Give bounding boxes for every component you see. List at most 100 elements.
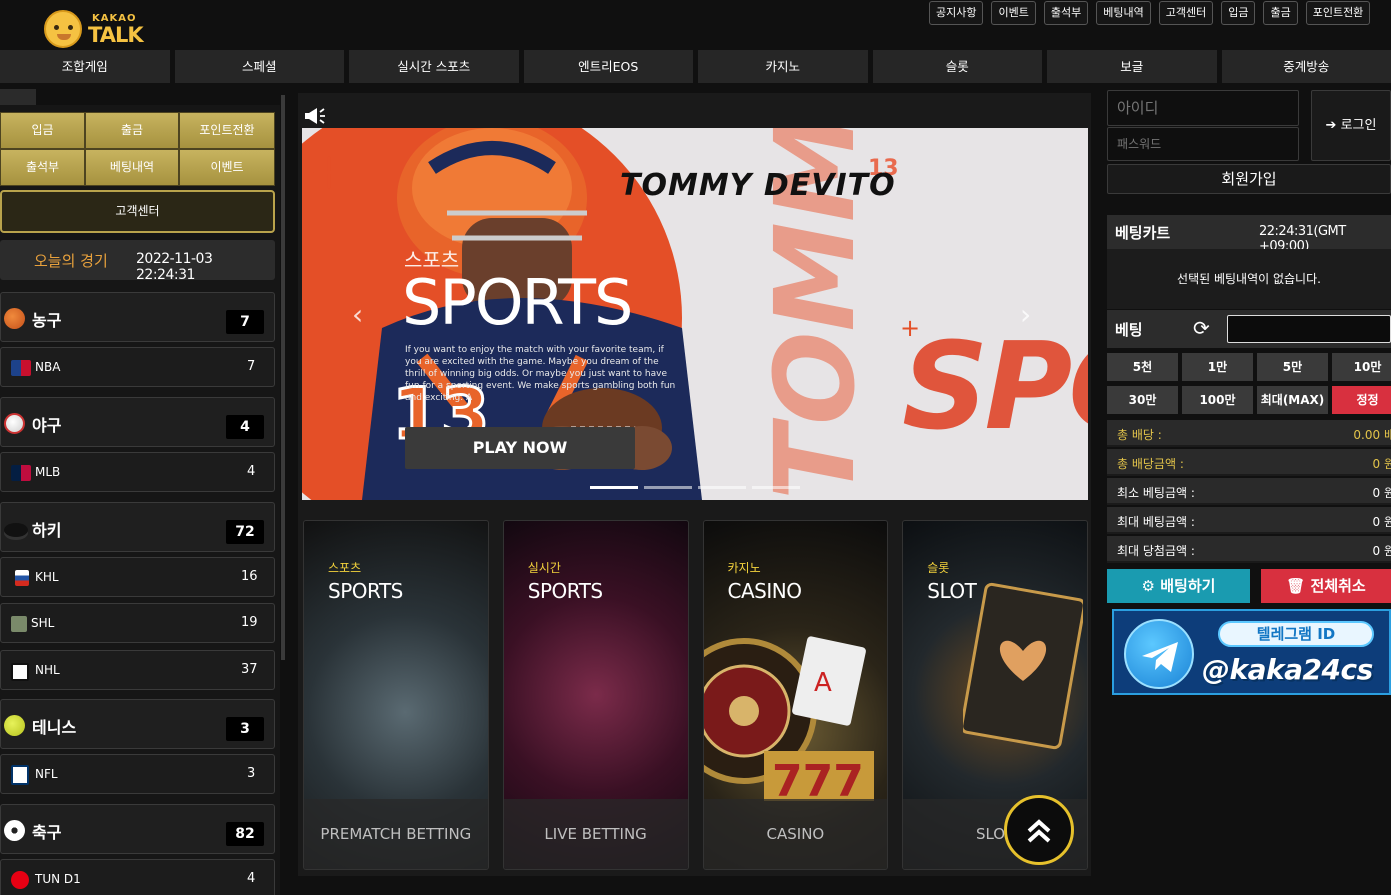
cancel-all-button[interactable]: 🗑 전체취소 [1261,569,1391,603]
chip-reset[interactable]: 정정 [1332,386,1391,414]
nhl-icon [11,663,29,681]
quick-bet-history-button[interactable]: 베팅내역 [85,149,179,186]
password-input[interactable] [1107,127,1299,161]
bet-amount-input[interactable] [1227,315,1391,343]
quick-point-button[interactable]: 포인트전환 [179,112,275,149]
top-link-notice[interactable]: 공지사항 [929,1,984,25]
top-link-bet-history[interactable]: 베팅내역 [1096,1,1151,25]
today-label: 오늘의 경기 [34,252,108,270]
top-link-customer-center[interactable]: 고객센터 [1158,1,1214,25]
betslip-empty-message: 선택된 베팅내역이 없습니다. [1107,249,1391,309]
chevron-right-icon[interactable]: › [1020,298,1031,331]
main-nav: 조합게임 스페셜 실시간 스포츠 엔트리EOS 카지노 슬롯 보글 중계방송 [0,50,1391,83]
league-nfl[interactable]: NFL 3 [0,754,275,794]
bet-chips: 5천 1만 5만 10만 30만 100만 최대(MAX) 정정 [1107,353,1391,414]
chip-10k[interactable]: 1만 [1182,353,1253,381]
card-casino[interactable]: A 777 카지노 CASINO CASINO [702,520,889,870]
refresh-icon[interactable]: ⟳ [1193,316,1210,340]
info-value: 0 원 [1372,544,1391,558]
nav-combo-game[interactable]: 조합게임 [0,50,170,83]
svg-text:A: A [814,668,832,698]
top-link-deposit[interactable]: 입금 [1221,1,1256,25]
carousel-dot[interactable] [698,486,746,489]
sport-baseball[interactable]: 야구 4 [0,397,275,447]
chip-1m[interactable]: 100만 [1182,386,1253,414]
card-label-kr: 슬롯 [927,561,950,575]
chip-5k[interactable]: 5천 [1107,353,1178,381]
play-now-button[interactable]: PLAY NOW [405,427,635,469]
card-sports-prematch[interactable]: 스포츠 SPORTS PREMATCH BETTING [303,520,489,870]
card-live-sports[interactable]: 실시간 SPORTS LIVE BETTING [502,520,689,870]
league-name: NHL [35,663,60,677]
league-name: SHL [31,616,55,630]
baseball-icon [4,413,25,434]
nav-casino[interactable]: 카지노 [698,50,868,83]
hero-banner[interactable]: 13 TOMMY 13 TOMMY DEVITO SPO + + 스포츠 SPO… [302,128,1088,500]
scroll-to-top-button[interactable] [1004,795,1074,865]
top-link-attendance[interactable]: 출석부 [1043,1,1089,25]
bet-label: 베팅 [1115,321,1143,339]
mlb-icon [11,465,31,481]
svg-text:777: 777 [772,756,864,801]
league-name: TUN D1 [35,872,81,886]
customer-center-button[interactable]: 고객센터 [0,190,275,233]
chevron-left-icon[interactable]: ‹ [352,298,363,331]
nav-special[interactable]: 스페셜 [174,50,344,83]
info-max-win: 최대 당첨금액 : 0 원 [1107,536,1391,563]
info-min-bet: 최소 베팅금액 : 0 원 [1107,478,1391,505]
sport-soccer[interactable]: 축구 82 [0,804,275,854]
top-link-event[interactable]: 이벤트 [991,1,1036,25]
chip-100k[interactable]: 10만 [1332,353,1391,381]
chip-max[interactable]: 최대(MAX) [1257,386,1328,414]
info-max-bet: 최대 베팅금액 : 0 원 [1107,507,1391,534]
top-link-withdraw[interactable]: 출금 [1263,1,1298,25]
league-nhl[interactable]: NHL 37 [0,650,275,690]
league-mlb[interactable]: MLB 4 [0,452,275,492]
basketball-icon [4,308,25,329]
sidebar-tab[interactable] [0,89,36,105]
id-input[interactable] [1107,90,1299,126]
telegram-banner[interactable]: 텔레그램 ID @kaka24cs [1112,609,1391,695]
chip-50k[interactable]: 5만 [1257,353,1328,381]
quick-buttons: 입금 출금 포인트전환 출석부 베팅내역 이벤트 [0,112,275,186]
nav-live-sports[interactable]: 실시간 스포츠 [349,50,519,83]
sidebar-scrollbar[interactable] [281,95,285,660]
carousel-dot[interactable] [644,486,692,489]
quick-attendance-button[interactable]: 출석부 [0,149,85,186]
info-value: 0.00 배 [1353,428,1391,442]
card-label-en: SLOT [927,579,977,603]
info-key: 최소 베팅금액 : [1117,486,1195,500]
league-tun-d1[interactable]: TUN D1 4 [0,859,275,895]
kakao-talk-logo[interactable]: KAKAO TALK [44,9,144,49]
sport-basketball[interactable]: 농구 7 [0,292,275,342]
quick-event-button[interactable]: 이벤트 [179,149,275,186]
league-count: 7 [247,359,256,374]
plus-decoration-icon: + [900,314,921,342]
nav-boggle[interactable]: 보글 [1047,50,1217,83]
tennis-ball-icon [4,715,25,736]
sport-count: 4 [226,415,264,439]
telegram-handle: @kaka24cs [1202,653,1373,686]
top-link-point-convert[interactable]: 포인트전환 [1305,1,1371,25]
chip-300k[interactable]: 30만 [1107,386,1178,414]
carousel-dot[interactable] [590,486,638,489]
kakao-character-icon [44,10,82,48]
league-khl[interactable]: KHL 16 [0,557,275,597]
login-button[interactable]: ➔ 로그인 [1311,90,1391,161]
carousel-indicators [590,486,800,489]
sport-hockey[interactable]: 하키 72 [0,502,275,552]
sport-tennis[interactable]: 테니스 3 [0,699,275,749]
carousel-dot[interactable] [752,486,800,489]
join-button[interactable]: 회원가입 [1107,164,1391,194]
league-name: NBA [35,360,61,374]
playing-card-image [963,582,1084,750]
nav-entry-eos[interactable]: 엔트리EOS [523,50,693,83]
league-nba[interactable]: NBA 7 [0,347,275,387]
nav-broadcast[interactable]: 중계방송 [1221,50,1391,83]
nav-slot[interactable]: 슬롯 [872,50,1042,83]
league-shl[interactable]: SHL 19 [0,603,275,643]
quick-deposit-button[interactable]: 입금 [0,112,85,149]
place-bet-button[interactable]: ⚙ 배팅하기 [1107,569,1250,603]
league-count: 37 [241,662,258,677]
quick-withdraw-button[interactable]: 출금 [85,112,179,149]
